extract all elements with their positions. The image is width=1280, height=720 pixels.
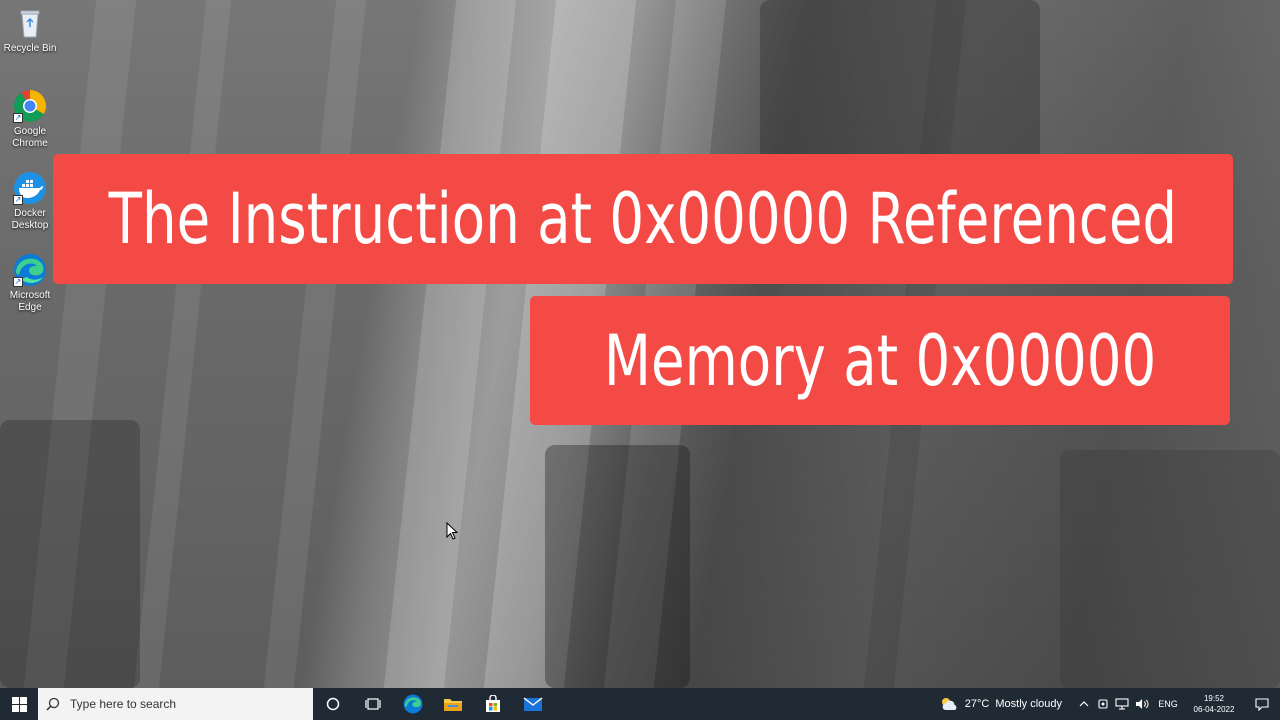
recycle-bin-icon (13, 6, 47, 40)
rock-texture (263, 0, 367, 688)
taskbar-clock[interactable]: 19:52 06-04-2022 (1184, 688, 1244, 720)
notification-icon (1255, 697, 1269, 711)
search-placeholder: Type here to search (70, 697, 177, 711)
edge-icon (403, 694, 423, 714)
taskbar-search-box[interactable]: Type here to search (38, 688, 313, 720)
shortcut-arrow-icon: ↗ (13, 277, 23, 287)
rock-texture (133, 0, 232, 688)
search-icon (46, 697, 60, 711)
weather-description[interactable]: Mostly cloudy (995, 688, 1074, 720)
store-icon (486, 695, 500, 712)
docker-icon: ↗ (13, 171, 47, 205)
clock-time: 19:52 (1203, 694, 1224, 703)
rock-shadow (0, 420, 140, 688)
mouse-cursor-icon (446, 521, 459, 545)
mail-icon (523, 696, 543, 711)
weather-widget[interactable] (938, 688, 960, 720)
desktop-icon-docker[interactable]: ↗ Docker Desktop (0, 171, 60, 232)
tray-app-button[interactable] (1094, 688, 1112, 720)
show-hidden-icons-button[interactable] (1074, 688, 1094, 720)
taskbar-edge-button[interactable] (393, 688, 433, 720)
title-text-line2: Memory at 0x00000 (603, 319, 1157, 402)
rock-shadow (1060, 450, 1280, 688)
input-language-indicator[interactable]: ENG (1152, 688, 1184, 720)
notification-center-button[interactable] (1244, 688, 1280, 720)
title-text-line1: The Instruction at 0x00000 Referenced (108, 178, 1178, 260)
desktop-icon-label: Microsoft Edge (9, 290, 51, 313)
weather-temperature[interactable]: 27°C (960, 688, 996, 720)
chrome-icon: ↗ (13, 89, 47, 123)
taskbar: Type here to search 27°C Mostly cloudy E… (0, 688, 1280, 720)
system-tray: 27°C Mostly cloudy ENG 19:52 06-04-2022 (938, 688, 1280, 720)
cortana-circle-icon (326, 697, 340, 711)
speaker-icon (1136, 699, 1149, 709)
start-button[interactable] (0, 688, 38, 720)
desktop-icon-chrome[interactable]: ↗ Google Chrome (0, 89, 60, 150)
clock-date: 06-04-2022 (1193, 705, 1235, 714)
folder-icon (444, 699, 462, 711)
taskbar-mail-button[interactable] (513, 688, 553, 720)
title-banner-line2: Memory at 0x00000 (530, 296, 1230, 425)
chevron-up-icon (1079, 701, 1089, 707)
desktop-icon-edge[interactable]: ↗ Microsoft Edge (0, 253, 60, 314)
rock-shadow (545, 445, 690, 688)
desktop-icon-recycle-bin[interactable]: Recycle Bin (0, 6, 60, 55)
tray-app-icon (1098, 699, 1108, 709)
volume-button[interactable] (1132, 688, 1152, 720)
rock-shadow (760, 0, 1040, 160)
shortcut-arrow-icon: ↗ (13, 113, 23, 123)
edge-icon: ↗ (13, 253, 47, 287)
task-view-icon (365, 698, 381, 710)
desktop-icon-label: Docker Desktop (11, 208, 49, 231)
network-icon (1115, 698, 1129, 710)
partly-cloudy-icon (941, 698, 957, 710)
taskbar-file-explorer-button[interactable] (433, 688, 473, 720)
title-banner-line1: The Instruction at 0x00000 Referenced (53, 154, 1233, 284)
network-button[interactable] (1112, 688, 1132, 720)
shortcut-arrow-icon: ↗ (13, 195, 23, 205)
windows-logo-icon (11, 696, 27, 712)
cortana-button[interactable] (313, 688, 353, 720)
desktop-icon-label: Recycle Bin (3, 43, 57, 54)
taskbar-store-button[interactable] (473, 688, 513, 720)
desktop-icon-label: Google Chrome (12, 126, 48, 149)
task-view-button[interactable] (353, 688, 393, 720)
